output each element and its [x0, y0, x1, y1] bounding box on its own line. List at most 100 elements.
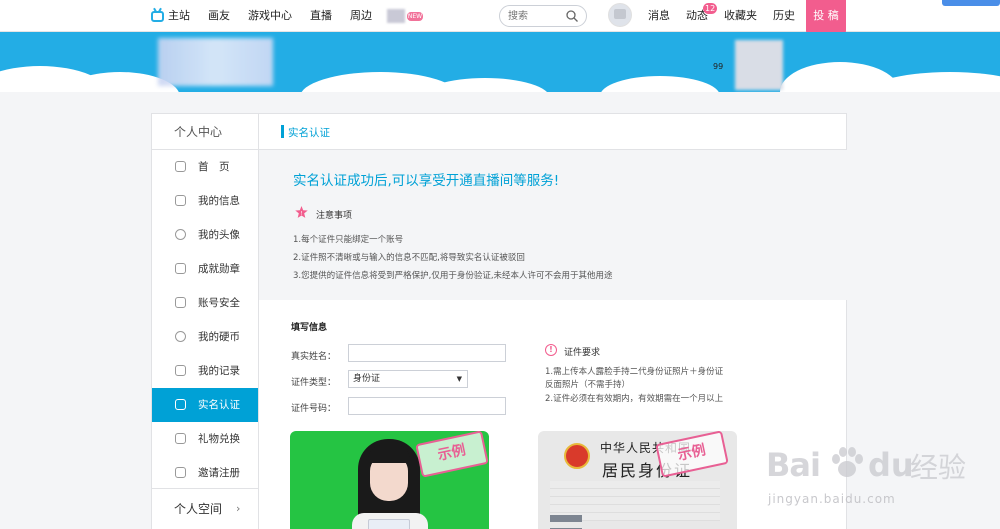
requirements-label: 证件要求	[564, 348, 601, 358]
user-nav: 消息 动态 收藏夹 历史 12	[640, 0, 803, 32]
sample-person-bangs	[368, 445, 410, 463]
invite-icon	[175, 467, 186, 478]
id-type-label: 证件类型：	[291, 378, 337, 388]
requirement-line: 2.证件必须在有效期内，有效期需在一个月以上	[545, 394, 724, 404]
real-name-label: 真实姓名：	[291, 352, 337, 362]
cloud-decoration	[600, 76, 720, 92]
nav-label: 主站	[168, 9, 190, 22]
sidebar-header: 个人中心	[152, 114, 258, 150]
id-type-select[interactable]: 身份证 ▼	[348, 370, 468, 388]
header-accent-bar	[281, 125, 284, 138]
content-header: 实名认证	[259, 114, 847, 150]
id-card-field	[550, 515, 582, 522]
watermark-du: du	[868, 446, 914, 484]
sidebar-item-label: 成就勋章	[198, 263, 240, 275]
home-icon	[175, 161, 186, 172]
sidebar-item-invite[interactable]: 邀请注册	[152, 456, 258, 490]
medal-icon	[175, 263, 186, 274]
nav-item-game-center[interactable]: 游戏中心	[239, 0, 301, 32]
nav-item-main-site[interactable]: 主站	[142, 0, 199, 32]
sidebar-item-label: 我的硬币	[198, 331, 240, 343]
corner-widget[interactable]	[942, 0, 1000, 6]
page-title: 实名认证	[288, 127, 330, 139]
notice-line: 2.证件照不清晰或与输入的信息不匹配,将导致实名认证被驳回	[293, 253, 525, 263]
sidebar-item-label: 礼物兑换	[198, 433, 240, 445]
alert-circle-icon: !	[545, 344, 557, 356]
account-panel: 个人中心 首 页 我的信息 我的头像 成就勋章 账号安全 我的硬币 我的记录 实…	[151, 113, 847, 529]
record-icon	[175, 365, 186, 376]
sidebar-item-security[interactable]: 账号安全	[152, 286, 258, 320]
avatar-placeholder-icon	[614, 9, 626, 19]
sidebar-item-records[interactable]: 我的记录	[152, 354, 258, 388]
sample-stamp: 示例	[415, 431, 489, 478]
sidebar-item-gifts[interactable]: 礼物兑换	[152, 422, 258, 456]
banner-avatar[interactable]	[735, 40, 783, 90]
submit-button[interactable]: 投 稿	[806, 0, 846, 34]
nav-item-painters[interactable]: 画友	[199, 0, 239, 32]
blurred-banner-text	[158, 38, 273, 86]
user-level: 99	[713, 62, 724, 71]
search-icon[interactable]	[566, 10, 578, 22]
sidebar: 个人中心 首 页 我的信息 我的头像 成就勋章 账号安全 我的硬币 我的记录 实…	[152, 114, 259, 529]
search-input[interactable]	[508, 6, 568, 26]
dynamic-count-badge: 12	[703, 3, 718, 14]
form-title: 填写信息	[291, 323, 328, 333]
coin-icon	[175, 331, 186, 342]
notice-section: 实名认证成功后,可以享受开通直播间等服务! ! 注意事项 1.每个证件只能绑定一…	[259, 150, 847, 300]
id-number-input[interactable]	[348, 397, 506, 415]
requirement-line: 反面照片（不需手持）	[545, 380, 631, 390]
tv-logo-icon	[151, 10, 164, 22]
shield-icon	[175, 297, 186, 308]
sidebar-item-home[interactable]: 首 页	[152, 150, 258, 184]
sidebar-item-label: 我的头像	[198, 229, 240, 241]
notice-label: 注意事项	[316, 211, 353, 221]
nav-item-favorites[interactable]: 收藏夹	[716, 0, 765, 32]
blurred-nav-item[interactable]	[387, 9, 405, 23]
verification-content: 实名认证 实名认证成功后,可以享受开通直播间等服务! ! 注意事项 1.每个证件…	[259, 114, 847, 529]
idcard-icon	[175, 399, 186, 410]
sidebar-item-label: 实名认证	[198, 399, 240, 411]
sidebar-item-label: 邀请注册	[198, 467, 240, 479]
sidebar-item-label: 我的记录	[198, 365, 240, 377]
requirement-line: 1.需上传本人露脸手持二代身份证照片＋身份证	[545, 367, 724, 377]
banner: 99	[0, 32, 1000, 92]
nav-item-merch[interactable]: 周边	[341, 0, 381, 32]
id-type-value: 身份证	[353, 374, 381, 384]
sample-id-card-back: 中华人民共和国 居民身份证 示例	[538, 431, 737, 529]
chevron-right-icon: ›	[236, 502, 241, 515]
main-nav: 主站 画友 游戏中心 直播 周边 NEW	[142, 0, 423, 32]
sample-stamp: 示例	[655, 431, 729, 478]
svg-text:!: !	[300, 211, 302, 217]
profile-icon	[175, 195, 186, 206]
sample-held-card	[368, 519, 410, 529]
notice-title: 实名认证成功后,可以享受开通直播间等服务!	[293, 173, 560, 189]
nav-item-history[interactable]: 历史	[765, 0, 803, 32]
sidebar-item-label: 我的信息	[198, 195, 240, 207]
sidebar-item-medals[interactable]: 成就勋章	[152, 252, 258, 286]
sidebar-item-avatar[interactable]: 我的头像	[152, 218, 258, 252]
gift-icon	[175, 433, 186, 444]
sidebar-item-my-info[interactable]: 我的信息	[152, 184, 258, 218]
search-box[interactable]	[499, 5, 587, 27]
sidebar-item-coins[interactable]: 我的硬币	[152, 320, 258, 354]
sidebar-item-label: 首 页	[198, 161, 230, 173]
sample-photo-holding-id: 示例	[290, 431, 489, 529]
real-name-input[interactable]	[348, 344, 506, 362]
warning-star-icon: !	[295, 206, 308, 218]
sidebar-item-label: 账号安全	[198, 297, 240, 309]
notice-line: 1.每个证件只能绑定一个账号	[293, 235, 404, 245]
notice-line: 3.您提供的证件信息将受到严格保护,仅用于身份验证,未经本人许可不会用于其他用途	[293, 271, 613, 281]
top-nav: 主站 画友 游戏中心 直播 周边 NEW 消息 动态 收藏夹 历史 12 投 稿	[0, 0, 1000, 34]
nav-item-messages[interactable]: 消息	[640, 0, 678, 32]
dropdown-arrow-icon: ▼	[456, 375, 462, 383]
sidebar-item-verification[interactable]: 实名认证	[152, 388, 258, 422]
face-icon	[175, 229, 186, 240]
id-number-label: 证件号码：	[291, 404, 337, 414]
national-emblem-icon	[564, 443, 590, 469]
user-avatar[interactable]	[608, 3, 632, 27]
watermark-jingyan: 经验	[910, 451, 967, 484]
personal-space-link[interactable]: 个人空间 ›	[152, 488, 258, 528]
new-badge: NEW	[407, 11, 423, 21]
nav-item-live[interactable]: 直播	[301, 0, 341, 32]
personal-space-label: 个人空间	[174, 502, 223, 516]
